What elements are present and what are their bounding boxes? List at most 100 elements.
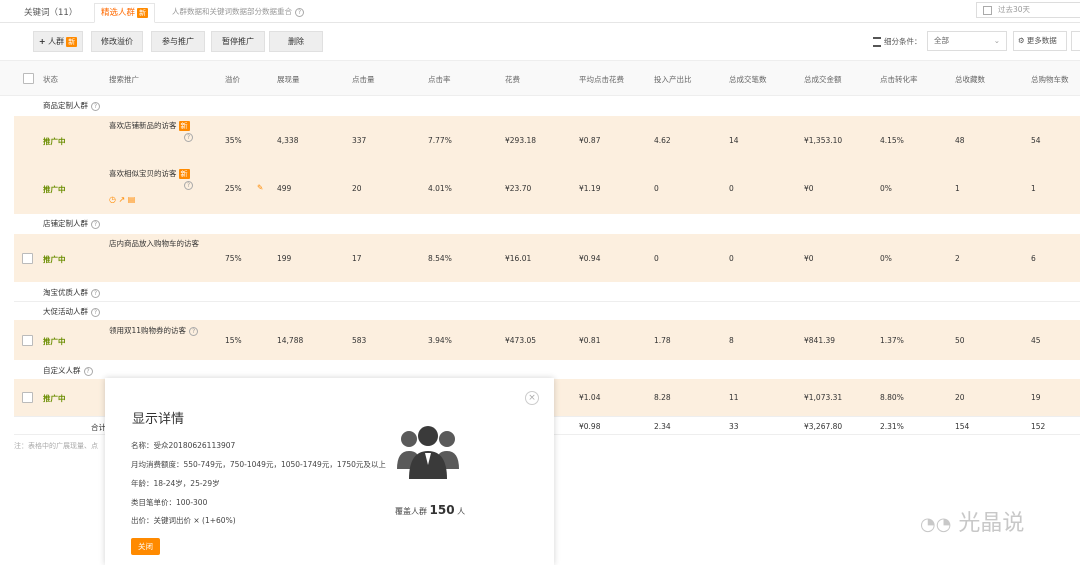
impressions-value: 14,788 — [277, 336, 304, 345]
cpc-value: ¥0.94 — [579, 254, 601, 263]
impressions-value: 199 — [277, 254, 292, 263]
total-carts: 152 — [1031, 422, 1046, 431]
premium-value[interactable]: 75% — [225, 254, 242, 263]
cpc-value: ¥0.87 — [579, 136, 601, 145]
row-checkbox[interactable] — [22, 392, 33, 403]
help-icon[interactable]: ? — [189, 326, 199, 336]
edit-pencil-icon[interactable]: ✎ — [257, 183, 263, 192]
tab-keywords-label: 关键词（11） — [24, 8, 78, 18]
header-clicks[interactable]: 点击量 — [352, 74, 375, 85]
help-icon[interactable]: ? — [184, 132, 193, 142]
impressions-value: 499 — [277, 184, 292, 193]
header-impressions[interactable]: 展现量 — [277, 74, 300, 85]
tab-keywords[interactable]: 关键词（11） — [18, 4, 83, 22]
cost-value: ¥293.18 — [505, 136, 537, 145]
divider — [14, 301, 1080, 302]
more-data-button[interactable]: ⚙ 更多数据 — [1013, 31, 1067, 51]
help-icon[interactable]: ? — [184, 180, 193, 190]
favs-value: 50 — [955, 336, 965, 345]
help-icon[interactable]: ? — [295, 7, 304, 17]
crowd-people-icon — [397, 426, 459, 479]
crowd-name: 领用双11购物券的访客? — [109, 325, 199, 336]
orders-value: 0 — [729, 254, 734, 263]
join-promo-button[interactable]: 参与推广 — [151, 31, 205, 52]
carts-value: 1 — [1031, 184, 1036, 193]
modify-bid-button[interactable]: 修改溢价 — [91, 31, 143, 52]
crowd-name: 店内商品放入购物车的访客 — [109, 239, 199, 248]
status-text: 推广中 — [43, 337, 66, 346]
popup-detail-unit-price: 类目笔单价：100-300 — [131, 498, 208, 507]
report-icon[interactable]: ▤ — [128, 195, 136, 204]
close-button[interactable]: 关闭 — [131, 538, 160, 555]
header-favs[interactable]: 总收藏数 — [955, 74, 985, 85]
delete-button[interactable]: 删除 — [269, 31, 323, 52]
pause-promo-button[interactable]: 暂停推广 — [211, 31, 265, 52]
help-icon[interactable]: ? — [83, 366, 93, 376]
header-cost[interactable]: 花费 — [505, 74, 520, 85]
header-orders[interactable]: 总成交笔数 — [729, 74, 767, 85]
gmv-value: ¥1,353.10 — [804, 136, 843, 145]
new-badge: 新 — [137, 7, 149, 18]
cost-value: ¥16.01 — [505, 254, 532, 263]
roi-value: 1.78 — [654, 336, 671, 345]
table-row: 推广中 领用双11购物券的访客? 15% 14,788 583 3.94% ¥4… — [14, 320, 1080, 360]
header-roi[interactable]: 投入产出比 — [654, 74, 692, 85]
filter-select[interactable]: 全部 ⌄ — [927, 31, 1007, 51]
crowd-name-text: 领用双11购物券的访客 — [109, 326, 187, 335]
help-icon[interactable]: ? — [91, 307, 100, 317]
roi-value: 0 — [654, 184, 659, 193]
select-all-checkbox[interactable] — [23, 73, 34, 84]
help-icon[interactable]: ? — [91, 219, 100, 229]
total-gmv: ¥3,267.80 — [804, 422, 843, 431]
calendar-icon — [983, 5, 992, 15]
premium-value[interactable]: 35% — [225, 136, 242, 145]
date-range-select[interactable]: 过去30天 — [976, 2, 1080, 18]
cpc-value: ¥1.19 — [579, 184, 601, 193]
extra-button[interactable] — [1071, 31, 1080, 51]
add-crowd-label: 人群 — [48, 37, 65, 46]
crowd-name-text: 喜欢相似宝贝的访客 — [109, 169, 177, 178]
crowd-name: 喜欢相似宝贝的访客新? — [109, 168, 193, 190]
cvr-value: 4.15% — [880, 136, 904, 145]
new-badge: 新 — [178, 169, 190, 179]
gmv-value: ¥1,073.31 — [804, 393, 843, 402]
clock-icon[interactable]: ◷ — [109, 195, 116, 204]
favs-value: 20 — [955, 393, 965, 402]
premium-value[interactable]: 15% — [225, 336, 242, 345]
group-label: 店铺定制人群? — [43, 218, 100, 229]
carts-value: 54 — [1031, 136, 1041, 145]
help-icon[interactable]: ? — [91, 288, 100, 298]
close-icon[interactable]: × — [525, 391, 539, 405]
header-ctr[interactable]: 点击率 — [428, 74, 451, 85]
total-label: 合计 — [91, 423, 106, 432]
header-carts[interactable]: 总购物车数 — [1031, 74, 1069, 85]
group-label-text: 店铺定制人群 — [43, 219, 88, 228]
add-crowd-button[interactable]: + 人群新 — [33, 31, 83, 52]
cvr-value: 1.37% — [880, 336, 904, 345]
row-checkbox[interactable] — [22, 253, 33, 264]
table-footnote: 注：表格中的广展现量、点 — [14, 442, 98, 450]
coverage-count: 覆盖人群 150 人 — [395, 503, 465, 517]
header-premium[interactable]: 溢价 — [225, 74, 240, 85]
header-gmv[interactable]: 总成交金额 — [804, 74, 842, 85]
trend-chart-icon[interactable]: ↗ — [119, 195, 126, 204]
favs-value: 1 — [955, 184, 960, 193]
table-header: 状态 搜索推广 溢价 展现量 点击量 点击率 花费 平均点击花费 投入产出比 总… — [0, 60, 1080, 96]
crowd-name-text: 喜欢店铺新品的访客 — [109, 121, 177, 130]
header-cpc[interactable]: 平均点击花费 — [579, 74, 624, 85]
popup-title: 显示详情 — [132, 412, 185, 427]
roi-value: 4.62 — [654, 136, 671, 145]
header-cvr[interactable]: 点击转化率 — [880, 74, 918, 85]
help-icon[interactable]: ? — [91, 101, 100, 111]
popup-detail-bid: 出价：关键词出价 × (1+60%) — [131, 516, 236, 525]
premium-value[interactable]: 25% — [225, 184, 242, 193]
gmv-value: ¥841.39 — [804, 336, 836, 345]
cpc-value: ¥0.81 — [579, 336, 601, 345]
wechat-icon: ◔◔ — [920, 514, 952, 535]
tab-bar: 关键词（11） 精选人群新 人群数据和关键词数据部分数据重合? 过去30天 — [0, 0, 1080, 23]
clicks-value: 20 — [352, 184, 362, 193]
row-checkbox[interactable] — [22, 335, 33, 346]
tab-selected-crowds[interactable]: 精选人群新 — [94, 3, 156, 23]
total-roi: 2.34 — [654, 422, 671, 431]
header-status: 状态 — [43, 75, 58, 84]
